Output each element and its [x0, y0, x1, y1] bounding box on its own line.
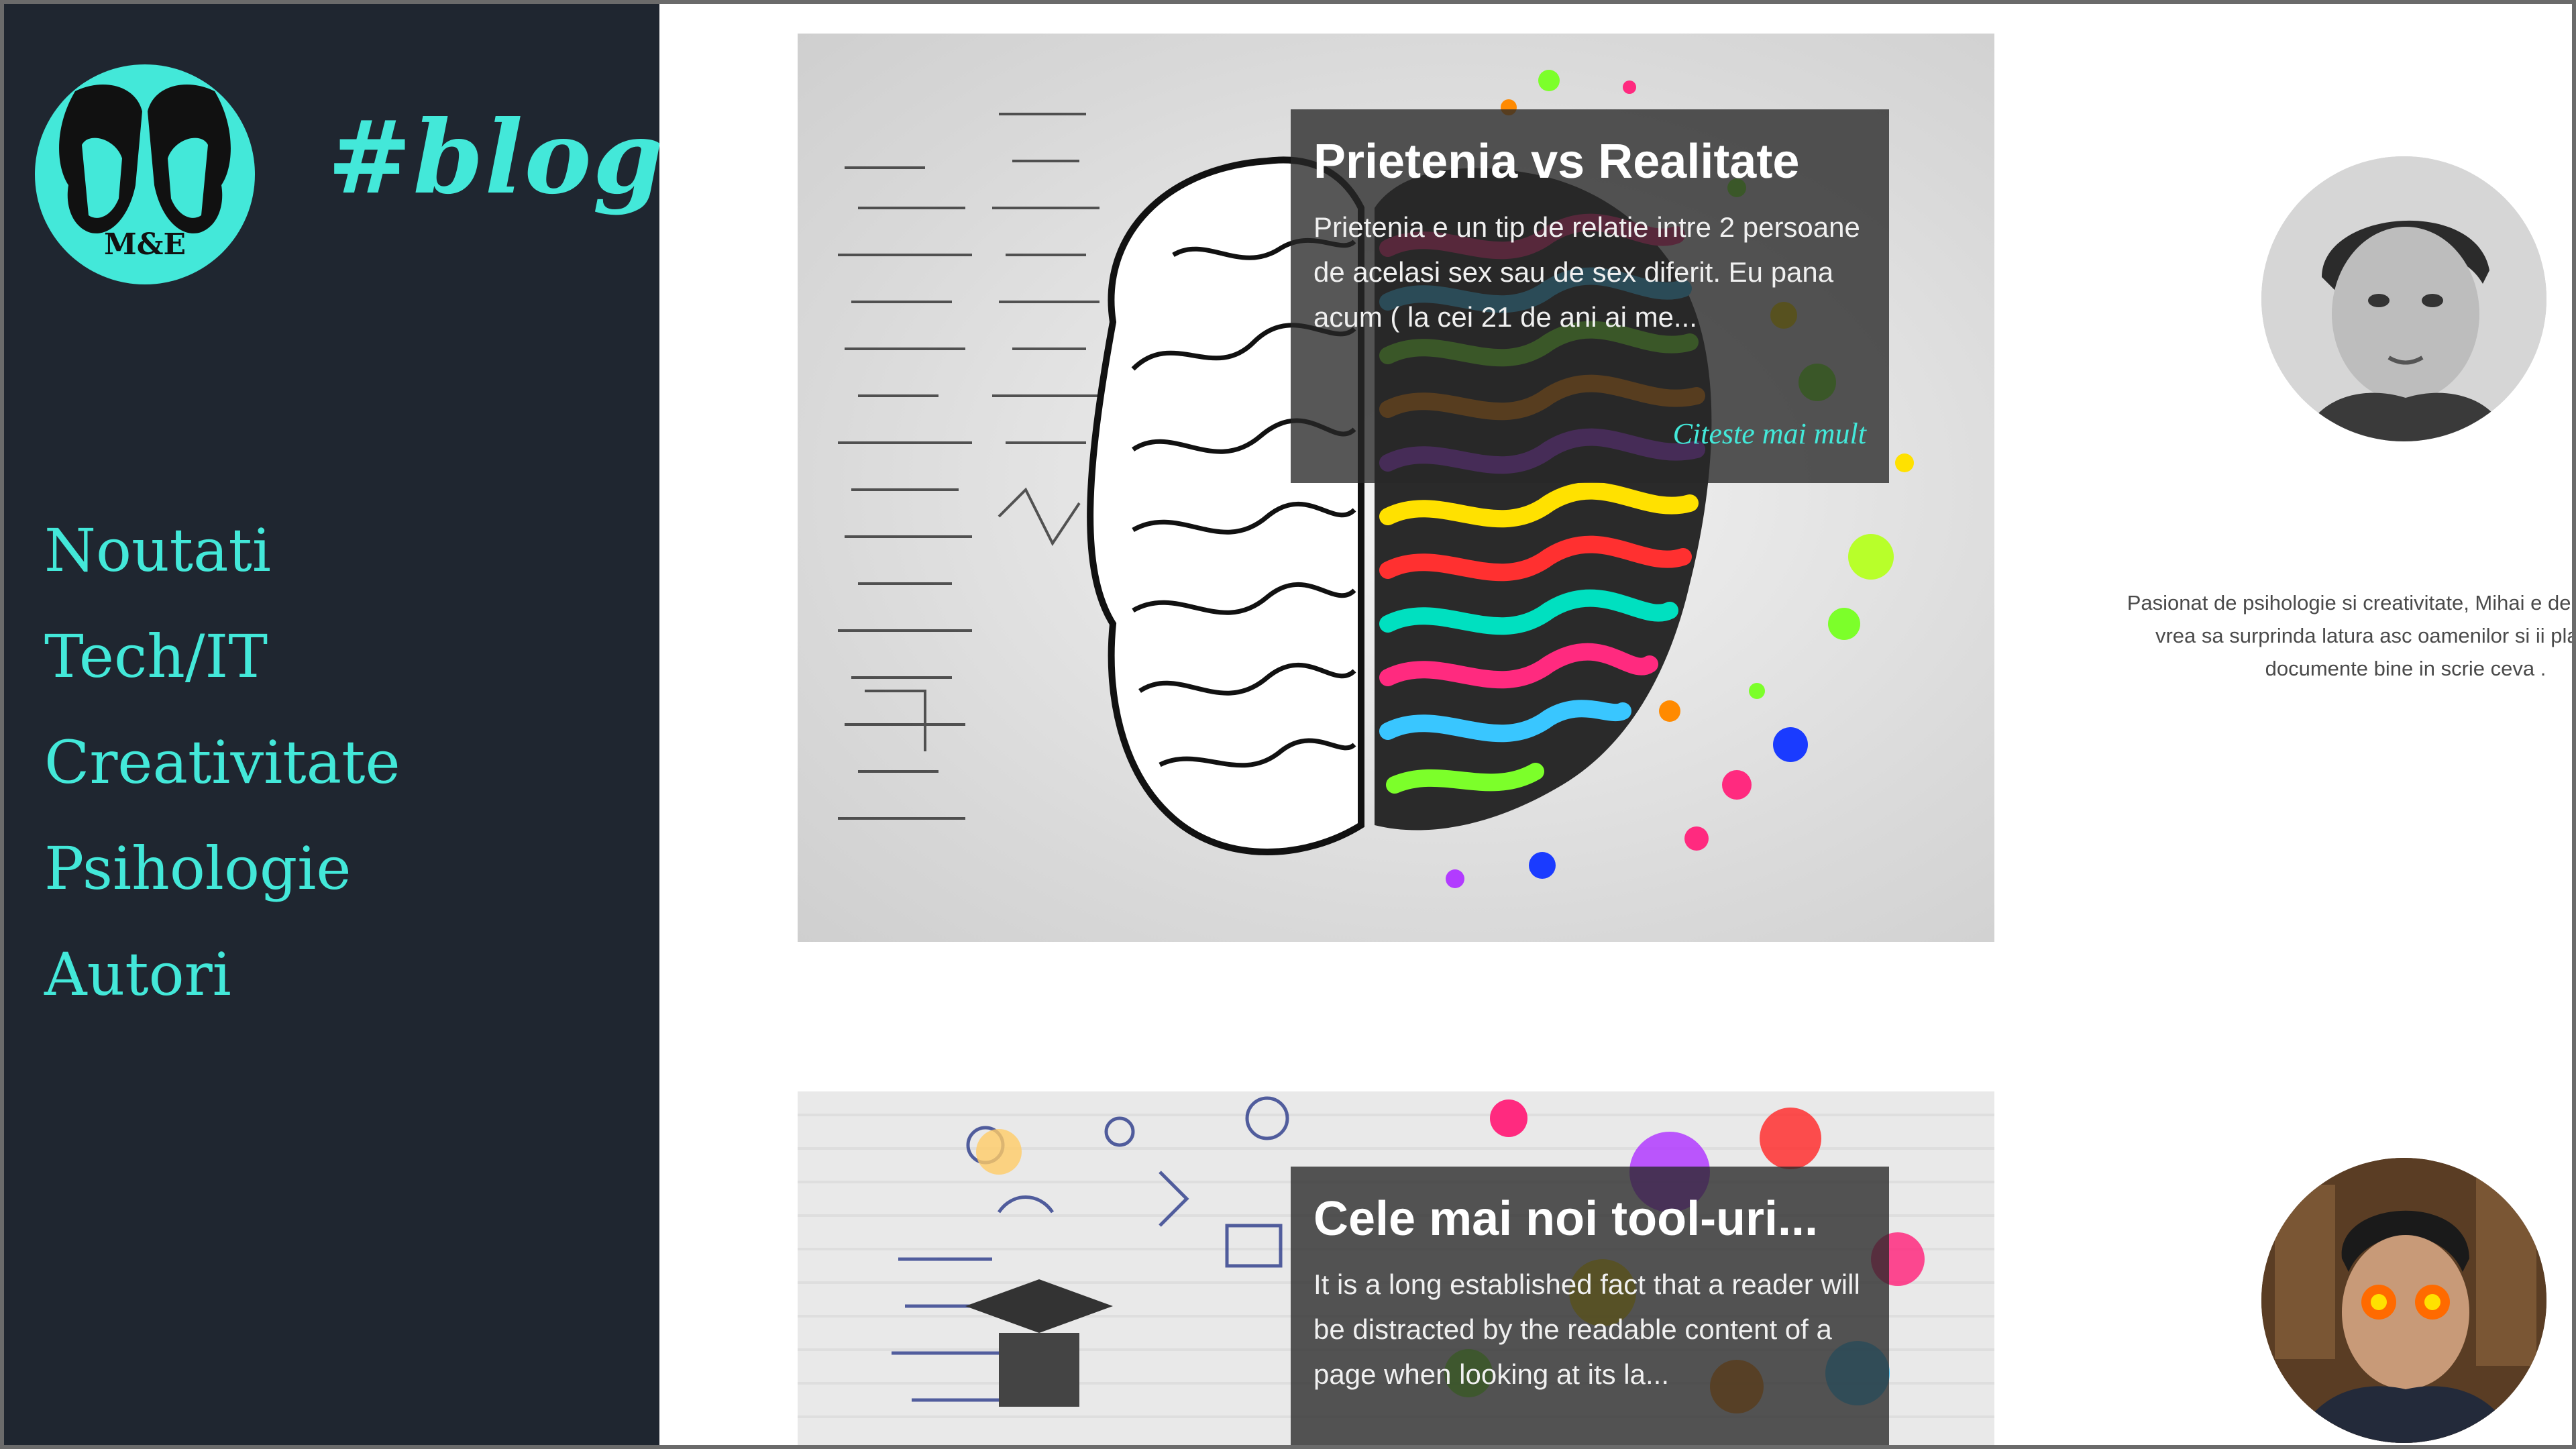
author-avatar[interactable]: [2261, 156, 2546, 441]
read-more-link[interactable]: Citeste mai mult: [1673, 417, 1866, 451]
post-overlay: Cele mai noi tool-uri... It is a long es…: [1291, 1167, 1889, 1449]
author-avatar[interactable]: [2261, 1158, 2546, 1443]
post-card[interactable]: Prietenia vs Realitate Prietenia e un ti…: [798, 34, 1994, 942]
nav-tech-it[interactable]: Tech/IT: [44, 604, 400, 710]
post-overlay: Prietenia vs Realitate Prietenia e un ti…: [1291, 109, 1889, 483]
nav-noutati[interactable]: Noutati: [44, 498, 400, 604]
post-card[interactable]: Cele mai noi tool-uri... It is a long es…: [798, 1091, 1994, 1449]
main-nav: Noutati Tech/IT Creativitate Psihologie …: [44, 498, 400, 1028]
author-bio: Pasionat de psihologie si creativitate, …: [2127, 591, 2576, 680]
post-excerpt: Prietenia e un tip de relatie intre 2 pe…: [1313, 211, 1860, 333]
site-logo[interactable]: M&E: [35, 64, 255, 284]
sidebar: M&E #blog Noutati Tech/IT Creativitate P…: [0, 0, 663, 1449]
post-excerpt: It is a long established fact that a rea…: [1313, 1269, 1860, 1390]
nav-autori[interactable]: Autori: [44, 922, 400, 1028]
nav-psihologie[interactable]: Psihologie: [44, 816, 400, 922]
post-title[interactable]: Prietenia vs Realitate: [1313, 128, 1865, 195]
logo-text: M&E: [104, 227, 186, 262]
nav-creativitate[interactable]: Creativitate: [44, 710, 400, 816]
blog-title[interactable]: #blog: [327, 107, 664, 208]
post-title[interactable]: Cele mai noi tool-uri...: [1313, 1185, 1865, 1252]
